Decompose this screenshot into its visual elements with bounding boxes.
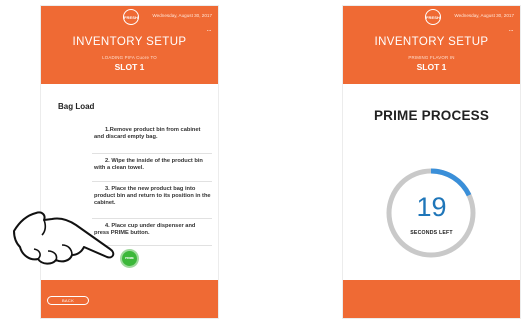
page-title: INVENTORY SETUP bbox=[374, 36, 489, 48]
header: FRESH Wednesday, August 30, 2017 ... INV… bbox=[41, 6, 218, 84]
footer bbox=[343, 280, 520, 318]
page-title: INVENTORY SETUP bbox=[72, 36, 187, 48]
pointing-hand-icon bbox=[13, 211, 115, 265]
footer: BACK bbox=[41, 280, 218, 318]
instruction-step: 2. Wipe the inside of the product bin wi… bbox=[92, 154, 212, 182]
prime-process-heading: PRIME PROCESS bbox=[373, 108, 490, 123]
priming-screen: FRESH Wednesday, August 30, 2017 ... INV… bbox=[343, 6, 520, 318]
instruction-step: 1.Remove product bin from cabinet and di… bbox=[92, 123, 212, 154]
brand-logo: FRESH bbox=[425, 9, 441, 25]
page-subtitle: PRIMING FLAVOR IN bbox=[408, 55, 455, 60]
countdown-value: 19 bbox=[416, 192, 447, 222]
page-subtitle: LOADING PIFA Cuore TO bbox=[102, 55, 157, 60]
header: FRESH Wednesday, August 30, 2017 ... INV… bbox=[343, 6, 520, 84]
prime-button[interactable]: PRIME bbox=[122, 251, 137, 266]
more-menu-icon[interactable]: ... bbox=[207, 26, 212, 33]
loading-screen: FRESH Wednesday, August 30, 2017 ... INV… bbox=[41, 6, 218, 318]
back-button[interactable]: BACK bbox=[47, 296, 89, 305]
logo-text: FRESH bbox=[123, 14, 139, 20]
bag-load-heading: Bag Load bbox=[58, 102, 95, 111]
logo-text: FRESH bbox=[425, 14, 441, 20]
slot-label: SLOT 1 bbox=[416, 62, 447, 72]
more-menu-icon[interactable]: ... bbox=[509, 26, 514, 33]
brand-logo: FRESH bbox=[123, 9, 139, 25]
date-label: Wednesday, August 30, 2017 bbox=[152, 13, 212, 18]
slot-label: SLOT 1 bbox=[114, 62, 145, 72]
countdown-label: SECONDS LEFT bbox=[410, 230, 453, 236]
date-label: Wednesday, August 30, 2017 bbox=[454, 13, 514, 18]
